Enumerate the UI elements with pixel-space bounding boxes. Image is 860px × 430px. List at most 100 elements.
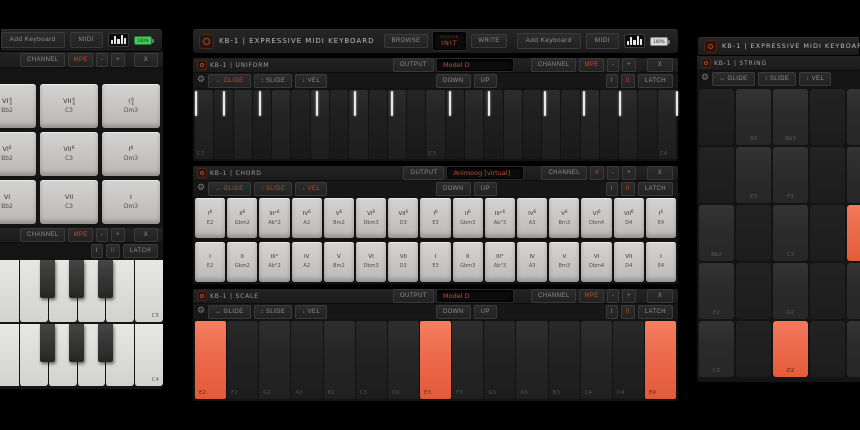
- chord-pad[interactable]: VII6 D3: [388, 198, 419, 238]
- string-pad[interactable]: E3: [736, 147, 771, 203]
- piano-black-key[interactable]: [40, 260, 55, 298]
- scale-key[interactable]: E4: [644, 321, 677, 399]
- level-meter-icon[interactable]: [624, 34, 645, 48]
- chord-pad[interactable]: IV6 A3: [517, 198, 548, 238]
- octave-down-button[interactable]: DOWN: [436, 181, 471, 196]
- chord-pad[interactable]: III° Ab°3: [484, 242, 516, 282]
- chord-pad[interactable]: VII D3: [388, 242, 419, 282]
- close-button[interactable]: X: [647, 166, 673, 180]
- uniform-key[interactable]: [233, 90, 252, 159]
- uniform-key[interactable]: [599, 90, 619, 159]
- zone-one-button[interactable]: I: [90, 243, 103, 258]
- glide-button[interactable]: ↔ GLIDE: [208, 73, 251, 88]
- uniform-key[interactable]: [445, 90, 464, 159]
- uniform-key[interactable]: [503, 90, 522, 159]
- piano-white-key[interactable]: C4: [134, 324, 163, 386]
- chord-pad[interactable]: V6 Bm3: [549, 198, 580, 238]
- piano-black-key[interactable]: [69, 260, 84, 298]
- piano-white-key[interactable]: [0, 260, 19, 322]
- midi-button[interactable]: MIDI: [69, 31, 103, 49]
- chord-pad[interactable]: I 6 4 Dm3: [102, 84, 160, 128]
- string-pad[interactable]: A3: [736, 89, 771, 145]
- string-pad-root[interactable]: D2: [773, 321, 808, 377]
- vel-button[interactable]: ↓ VEL: [295, 181, 328, 196]
- level-meter-icon[interactable]: [108, 33, 129, 47]
- scale-key[interactable]: F3: [452, 321, 484, 399]
- uniform-key[interactable]: [252, 90, 272, 159]
- channel-value[interactable]: MPE: [579, 58, 604, 72]
- channel-button[interactable]: CHANNEL: [20, 52, 66, 67]
- chord-pad[interactable]: III°6 Ab°3: [484, 198, 516, 238]
- add-keyboard-button[interactable]: Add Keyboard: [0, 31, 65, 49]
- output-display[interactable]: Model D: [437, 59, 513, 71]
- chord-pad[interactable]: I Dm3: [102, 180, 160, 224]
- uniform-key[interactable]: [291, 90, 310, 159]
- channel-plus-button[interactable]: +: [622, 166, 636, 180]
- output-button[interactable]: OUTPUT: [392, 289, 434, 303]
- chord-pad[interactable]: I E3: [420, 242, 451, 282]
- string-pad[interactable]: C3: [773, 205, 808, 261]
- uniform-key[interactable]: [580, 90, 599, 159]
- string-pad[interactable]: G3: [847, 147, 860, 203]
- piano-black-key[interactable]: [69, 324, 84, 362]
- piano-black-key[interactable]: [98, 324, 113, 362]
- chord-pad[interactable]: I E4: [645, 242, 677, 282]
- chord-pad[interactable]: I6 E3: [420, 198, 451, 238]
- uniform-key[interactable]: [368, 90, 387, 159]
- uniform-key[interactable]: [349, 90, 368, 159]
- string-pad[interactable]: E2: [847, 321, 860, 377]
- output-button[interactable]: OUTPUT: [392, 58, 434, 72]
- string-pad[interactable]: F2: [699, 263, 734, 319]
- string-pad[interactable]: [736, 263, 771, 319]
- chord-pad[interactable]: V6 Bm2: [323, 198, 355, 238]
- scale-key[interactable]: D3: [387, 321, 419, 399]
- close-button[interactable]: X: [134, 228, 158, 242]
- chord-pad[interactable]: II Gbm2: [227, 242, 258, 282]
- string-pad[interactable]: Bb3: [773, 89, 808, 145]
- string-pad[interactable]: A2: [847, 263, 860, 319]
- string-pad[interactable]: F3: [773, 147, 808, 203]
- glide-button[interactable]: ↔ GLIDE: [208, 304, 251, 319]
- string-pad[interactable]: [810, 321, 845, 377]
- zone-two-button[interactable]: II: [620, 181, 635, 196]
- zone-one-button[interactable]: I: [605, 181, 618, 196]
- session-display[interactable]: SESSION INIT: [432, 32, 467, 50]
- uniform-key[interactable]: [638, 90, 657, 159]
- scale-key[interactable]: A3: [516, 321, 548, 399]
- uniform-key[interactable]: C3: [426, 90, 445, 159]
- scale-key[interactable]: B3: [548, 321, 580, 399]
- glide-button[interactable]: ↔ GLIDE: [712, 71, 755, 86]
- octave-up-button[interactable]: UP: [473, 181, 497, 196]
- string-pad[interactable]: [810, 205, 845, 261]
- chord-pad[interactable]: VII 6 4 C3: [40, 84, 98, 128]
- latch-button[interactable]: LATCH: [637, 304, 673, 319]
- chord-pad[interactable]: VI Dbm4: [581, 242, 612, 282]
- output-display[interactable]: Model D: [437, 290, 513, 302]
- uniform-key[interactable]: [561, 90, 580, 159]
- output-display[interactable]: Animoog [virtual]: [447, 167, 524, 179]
- uniform-key[interactable]: [464, 90, 484, 159]
- channel-button[interactable]: CHANNEL: [531, 58, 577, 72]
- channel-minus-button[interactable]: -: [606, 289, 620, 303]
- uniform-key[interactable]: [542, 90, 561, 159]
- channel-plus-button[interactable]: +: [622, 58, 636, 72]
- channel-plus-button[interactable]: +: [111, 228, 125, 242]
- latch-button[interactable]: LATCH: [637, 181, 673, 196]
- string-pad-root[interactable]: D3: [847, 205, 860, 261]
- chord-pad[interactable]: IV A2: [291, 242, 322, 282]
- channel-button[interactable]: CHANNEL: [20, 228, 66, 242]
- chord-pad[interactable]: II Gbm3: [452, 242, 483, 282]
- uniform-key[interactable]: C4: [657, 90, 677, 159]
- gear-icon[interactable]: ⚙: [197, 307, 205, 316]
- uniform-key[interactable]: [329, 90, 349, 159]
- gear-icon[interactable]: ⚙: [197, 76, 205, 85]
- channel-value[interactable]: MPE: [68, 228, 93, 242]
- string-pad[interactable]: C4: [847, 89, 860, 145]
- octave-up-button[interactable]: UP: [473, 304, 497, 319]
- uniform-key[interactable]: [214, 90, 233, 159]
- chord-pad[interactable]: IV6 A2: [291, 198, 322, 238]
- chord-pad[interactable]: II6 Gbm2: [227, 198, 258, 238]
- piano-white-key[interactable]: [0, 324, 19, 386]
- write-button[interactable]: WRITE: [471, 34, 507, 48]
- channel-value[interactable]: MPE: [68, 52, 93, 67]
